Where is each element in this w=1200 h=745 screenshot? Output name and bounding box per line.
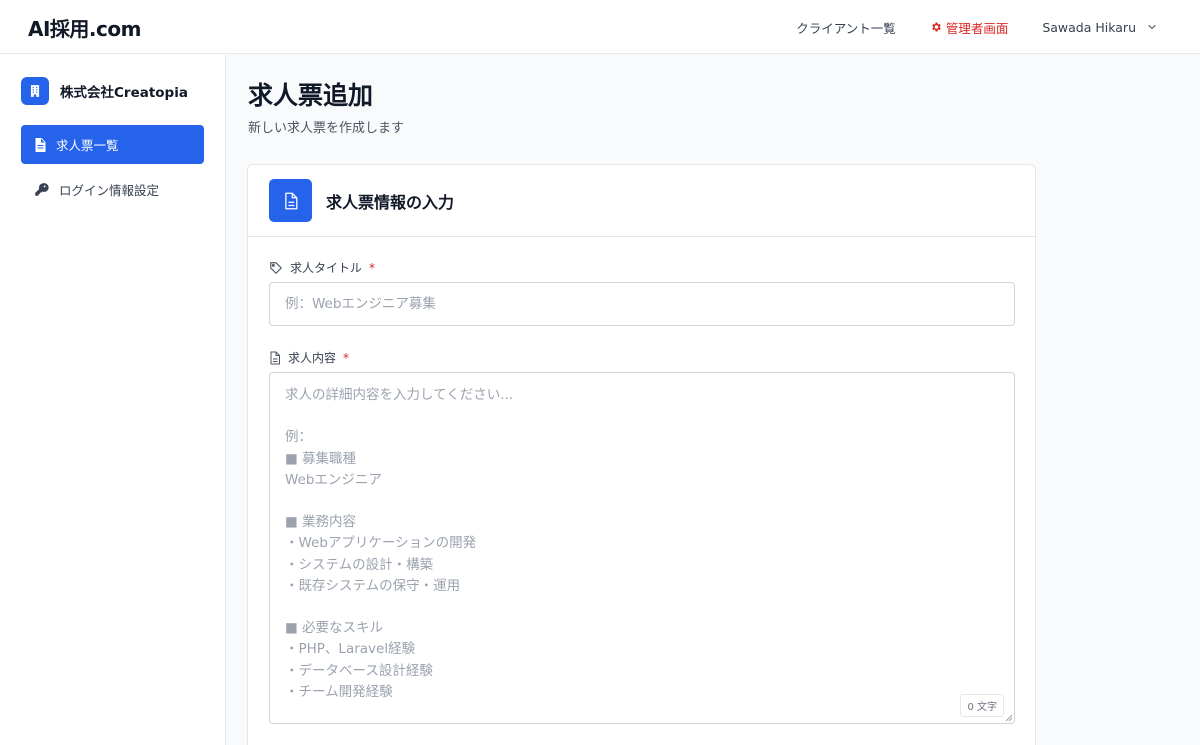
job-title-label: 求人タイトル * <box>269 259 375 276</box>
page-subtitle: 新しい求人票を作成します <box>248 121 405 136</box>
top-header: AI採用.com クライアント一覧 管理者画面 Sawada Hikaru <box>0 0 1200 54</box>
document-icon <box>35 137 46 152</box>
sidebar-item-label: 求人票一覧 <box>56 138 119 153</box>
app-logo[interactable]: AI採用.com <box>28 13 141 42</box>
user-menu[interactable]: Sawada Hikaru <box>1042 20 1158 35</box>
character-counter: 0 文字 <box>960 694 1004 717</box>
job-title-input[interactable] <box>269 282 1015 326</box>
sidebar-item-job-list[interactable]: 求人票一覧 <box>21 125 204 164</box>
required-mark: * <box>369 260 376 275</box>
job-body-label: 求人内容 * <box>269 349 349 366</box>
resize-handle-icon[interactable] <box>1005 714 1013 722</box>
file-text-icon <box>270 351 280 364</box>
header-nav: クライアント一覧 管理者画面 Sawada Hikaru <box>796 0 1158 54</box>
building-icon <box>21 77 49 105</box>
card-title: 求人票情報の入力 <box>326 192 455 212</box>
job-title-label-text: 求人タイトル <box>290 261 363 275</box>
card-header: 求人票情報の入力 <box>248 165 1035 237</box>
chevron-down-icon <box>1148 24 1156 30</box>
key-icon <box>35 183 49 196</box>
sidebar: 株式会社Creatopia 求人票一覧 ログイン情報設定 <box>0 55 226 745</box>
job-body-placeholder: 求人の詳細内容を入力してください... 例： ■ 募集職種 Webエンジニア ■… <box>285 387 514 700</box>
client-list-link[interactable]: クライアント一覧 <box>796 18 896 37</box>
required-mark: * <box>343 350 350 365</box>
sidebar-item-login-settings[interactable]: ログイン情報設定 <box>21 170 204 209</box>
job-form-card: 求人票情報の入力 求人タイトル * 求人内容 * 求人の詳細内容を入力してくださ… <box>247 164 1036 745</box>
company-header: 株式会社Creatopia <box>21 77 188 105</box>
sidebar-item-label: ログイン情報設定 <box>59 183 160 198</box>
page-title: 求人票追加 <box>248 81 374 110</box>
admin-link[interactable]: 管理者画面 <box>930 18 1009 37</box>
user-name: Sawada Hikaru <box>1042 19 1136 35</box>
admin-link-label: 管理者画面 <box>945 20 1009 36</box>
document-icon <box>269 179 312 222</box>
gear-icon <box>932 22 941 32</box>
company-name: 株式会社Creatopia <box>60 85 188 101</box>
tag-icon <box>270 261 282 274</box>
job-body-label-text: 求人内容 <box>288 351 337 365</box>
job-body-textarea[interactable]: 求人の詳細内容を入力してください... 例： ■ 募集職種 Webエンジニア ■… <box>269 372 1015 724</box>
